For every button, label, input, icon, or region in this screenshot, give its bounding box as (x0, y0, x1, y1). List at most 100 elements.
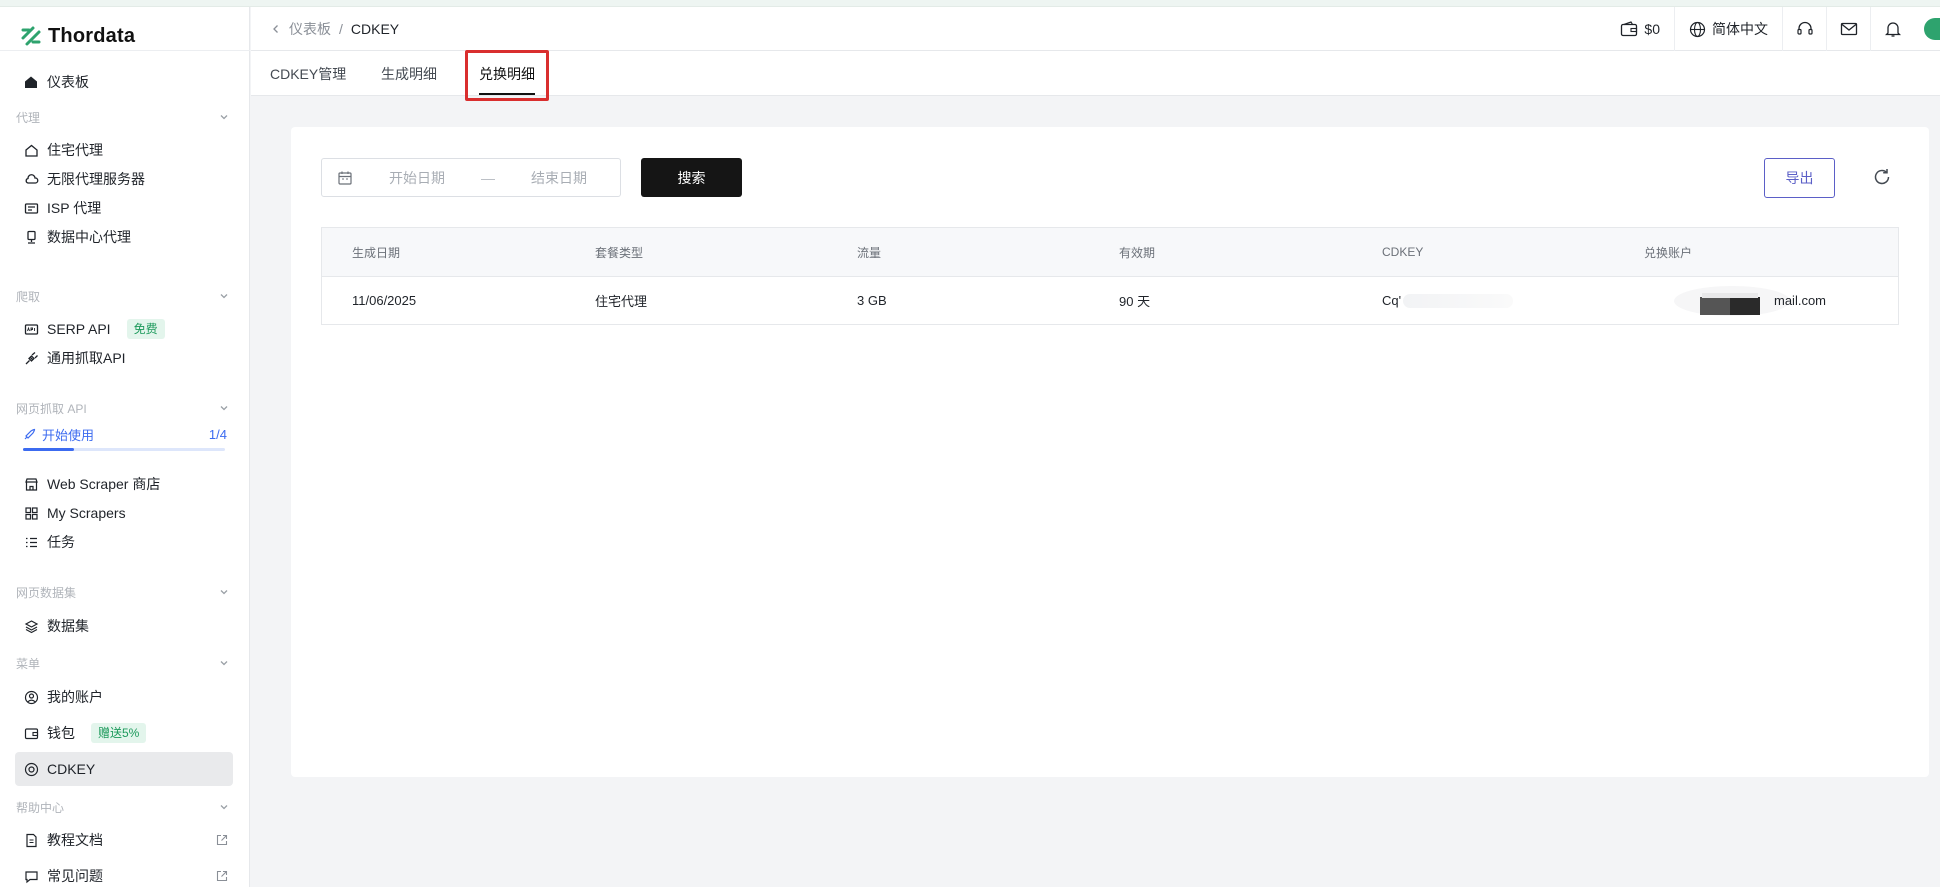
cell-cdkey: Cq' (1382, 277, 1514, 324)
sidebar-item-my-account[interactable]: 我的账户 (15, 680, 233, 714)
sidebar-item-dataset[interactable]: 数据集 (15, 609, 233, 643)
section-help[interactable]: 帮助中心 (16, 797, 230, 817)
house-icon (23, 142, 39, 158)
section-label: 代理 (16, 110, 41, 125)
cdkey-value: Cq' (1382, 293, 1402, 308)
brand-name: Thordata (48, 24, 136, 47)
date-range-picker[interactable]: 开始日期 — 结束日期 (321, 158, 621, 197)
export-button[interactable]: 导出 (1764, 158, 1835, 198)
list-icon (23, 534, 39, 550)
top-strip (0, 0, 1940, 7)
getting-started-progress-bar (23, 448, 225, 451)
section-proxy[interactable]: 代理 (16, 107, 230, 127)
chevron-left-icon[interactable] (271, 24, 281, 34)
getting-started-label: 开始使用 (42, 427, 95, 443)
tab-label: 生成明细 (381, 65, 437, 82)
table-header: 生成日期 套餐类型 流量 有效期 CDKEY 兑换账户 (322, 228, 1898, 277)
section-label: 爬取 (16, 289, 41, 304)
free-badge: 免费 (126, 319, 165, 339)
sidebar-item-cdkey[interactable]: CDKEY (15, 752, 233, 786)
top-header: 仪表板 / CDKEY $0 简体中文 (251, 7, 1940, 51)
sidebar-item-label: 我的账户 (47, 689, 103, 705)
sidebar-item-label: 无限代理服务器 (47, 171, 145, 187)
headset-icon (1796, 21, 1813, 35)
column-header: 有效期 (1119, 245, 1156, 260)
cell-validity: 90 天 (1119, 294, 1151, 309)
sidebar-item-universal-api[interactable]: 通用抓取API (15, 341, 233, 375)
sidebar-item-label: 任务 (47, 534, 75, 550)
tab-label: CDKEY管理 (270, 65, 347, 82)
sidebar-item-label: CDKEY (47, 761, 96, 777)
section-label: 帮助中心 (16, 800, 65, 815)
sidebar-item-tasks[interactable]: 任务 (15, 525, 233, 559)
sidebar-item-label: ISP 代理 (47, 200, 102, 216)
calendar-icon (338, 171, 352, 185)
api-card-icon (23, 321, 39, 337)
progress-fill (23, 448, 74, 451)
grid-icon (23, 505, 39, 521)
date-separator: — (481, 169, 495, 186)
sidebar-item-label: 常见问题 (47, 868, 103, 884)
sidebar-item-label: 仪表板 (47, 74, 89, 90)
sidebar-item-wallet[interactable]: 钱包 赠送5% (15, 716, 233, 750)
table-row: 11/06/2025 住宅代理 3 GB 90 天 Cq' mail.com (322, 277, 1898, 324)
section-web-scrape-api[interactable]: 网页抓取 API (16, 398, 230, 418)
thordata-logo-icon (20, 25, 42, 47)
getting-started-progress-text: 1/4 (208, 426, 227, 442)
tab-label: 兑换明细 (479, 65, 535, 82)
sidebar-item-label: Web Scraper 商店 (47, 476, 161, 492)
bonus-badge: 赠送5% (91, 723, 147, 743)
sidebar-item-label: 钱包 (47, 725, 75, 741)
sidebar-item-faq[interactable]: 常见问题 (15, 859, 233, 887)
column-header: 套餐类型 (595, 245, 644, 260)
external-link-icon (216, 870, 228, 882)
sidebar-item-docs[interactable]: 教程文档 (15, 823, 233, 857)
breadcrumb-parent[interactable]: 仪表板 (289, 19, 331, 39)
datacenter-icon (23, 229, 39, 245)
chevron-down-icon (220, 805, 228, 810)
notifications-button[interactable] (1870, 7, 1914, 51)
language-selector[interactable]: 简体中文 (1674, 7, 1782, 51)
tab-bar: CDKEY管理 生成明细 兑换明细 (251, 51, 1940, 96)
messages-button[interactable] (1826, 7, 1870, 51)
sidebar-item-dashboard[interactable]: 仪表板 (15, 65, 233, 99)
search-button[interactable]: 搜索 (641, 158, 742, 197)
rocket-icon (24, 428, 36, 439)
chevron-down-icon (220, 406, 228, 411)
sidebar-item-datacenter-proxy[interactable]: 数据中心代理 (15, 220, 233, 254)
column-header: 兑换账户 (1644, 245, 1693, 260)
section-menu[interactable]: 菜单 (16, 653, 230, 673)
section-scrape[interactable]: 爬取 (16, 286, 230, 306)
sidebar-item-label: 住宅代理 (47, 142, 103, 158)
sidebar-item-label: My Scrapers (47, 505, 126, 521)
redemption-table: 生成日期 套餐类型 流量 有效期 CDKEY 兑换账户 11/06/2025 住… (321, 227, 1899, 325)
section-label: 网页抓取 API (16, 401, 87, 416)
logo[interactable]: Thordata (20, 19, 135, 53)
chevron-down-icon (220, 590, 228, 595)
tab-cdkey-management[interactable]: CDKEY管理 (270, 51, 346, 96)
refresh-button[interactable] (1870, 165, 1894, 189)
plug-icon (23, 350, 39, 366)
getting-started[interactable]: 开始使用 1/4 (23, 425, 227, 451)
section-label: 菜单 (16, 656, 41, 671)
globe-icon (1689, 21, 1706, 37)
bell-icon (1884, 22, 1901, 37)
chevron-down-icon (220, 661, 228, 666)
section-datasets[interactable]: 网页数据集 (16, 582, 230, 602)
balance-value: $0 (1644, 21, 1660, 37)
end-date-input[interactable]: 结束日期 (531, 168, 587, 188)
breadcrumb: 仪表板 / CDKEY (271, 7, 399, 51)
tab-redemption-details[interactable]: 兑换明细 (479, 51, 535, 96)
sidebar-item-label: SERP API (47, 321, 111, 337)
balance-button[interactable]: $0 (1606, 7, 1674, 51)
server-icon (23, 200, 39, 216)
sidebar-item-label: 教程文档 (47, 832, 103, 848)
avatar[interactable] (1924, 18, 1940, 40)
column-header: CDKEY (1382, 245, 1424, 259)
support-button[interactable] (1782, 7, 1826, 51)
start-date-input[interactable]: 开始日期 (389, 168, 445, 188)
wallet-icon (23, 725, 39, 741)
sidebar-divider (0, 50, 250, 51)
tab-generation-details[interactable]: 生成明细 (381, 51, 437, 96)
cell-account: mail.com (1774, 293, 1827, 308)
